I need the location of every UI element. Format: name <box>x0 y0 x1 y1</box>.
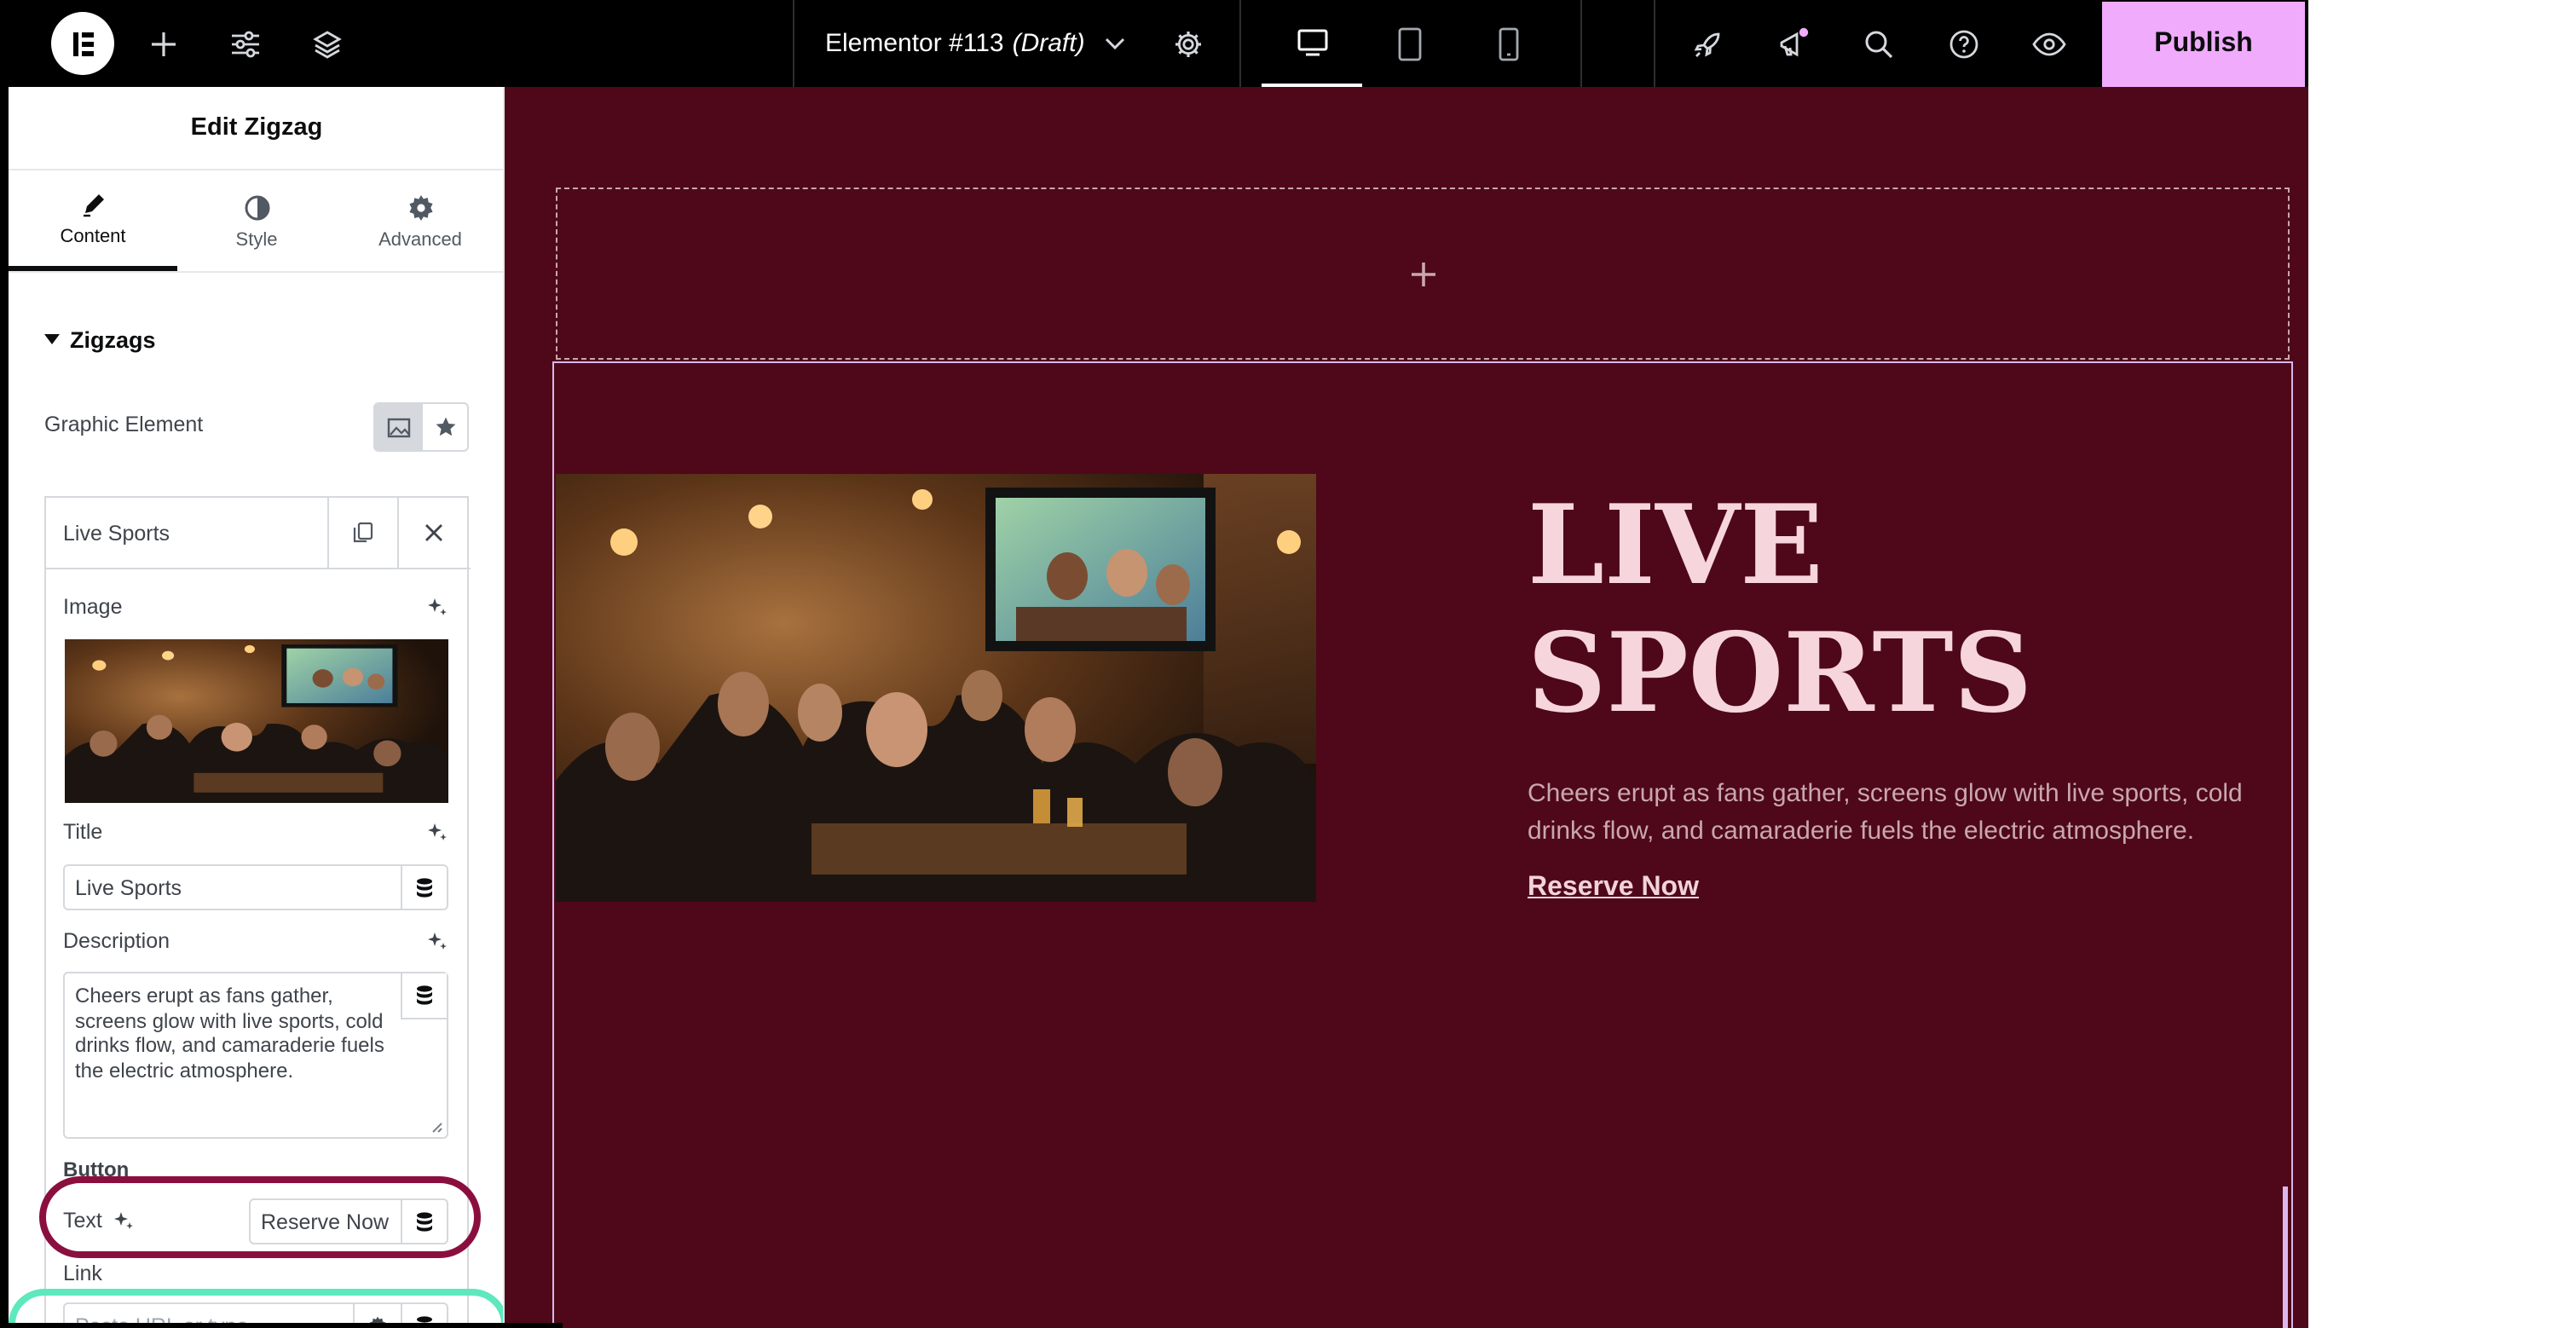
add-element-button[interactable] <box>140 0 188 87</box>
title-input[interactable]: Live Sports <box>63 864 448 910</box>
resize-handle[interactable] <box>2283 1187 2288 1328</box>
plus-icon <box>1411 262 1435 286</box>
structure-button[interactable] <box>303 0 351 87</box>
help-button[interactable] <box>1940 0 1988 87</box>
text-field-highlight-ring <box>39 1176 481 1258</box>
publish-button[interactable]: Publish <box>2102 2 2305 87</box>
remove-button[interactable] <box>397 498 469 568</box>
eye-icon <box>2032 32 2066 55</box>
whats-new-button[interactable] <box>1770 0 1817 87</box>
graphic-element-label: Graphic Element <box>44 413 204 436</box>
tablet-view-button[interactable] <box>1386 0 1434 87</box>
search-button[interactable] <box>1855 0 1903 87</box>
star-icon <box>436 417 455 436</box>
half-circle-icon <box>244 194 269 220</box>
graphic-icon-option[interactable] <box>421 404 467 450</box>
site-settings-button[interactable] <box>222 0 269 87</box>
elementor-logo-button[interactable] <box>51 12 114 75</box>
publish-label: Publish <box>2154 29 2253 58</box>
desktop-icon <box>1297 28 1327 55</box>
tabs-divider <box>9 271 503 273</box>
dynamic-tags-button[interactable] <box>401 973 447 1019</box>
divider <box>46 568 471 569</box>
image-thumbnail[interactable] <box>65 639 448 803</box>
description-label: Description <box>63 929 170 953</box>
section-zigzags-toggle[interactable]: Zigzags <box>44 327 156 353</box>
chevron-down-icon <box>1106 37 1125 49</box>
tab-advanced[interactable]: Advanced <box>336 172 503 271</box>
section-title: Zigzags <box>70 327 156 353</box>
image-icon <box>387 417 410 437</box>
copy-icon <box>353 522 373 543</box>
ai-sparkle-icon[interactable] <box>426 822 448 844</box>
pub-crowd-image <box>65 639 448 803</box>
gear-icon <box>1175 31 1201 56</box>
tab-style[interactable]: Style <box>177 172 336 271</box>
link-label: Link <box>63 1262 102 1285</box>
elementor-logo-icon <box>72 32 93 55</box>
heading-line: SPORTS <box>1528 610 2032 738</box>
editor-screen: Elementor #113 (Draft) Publish Edit Zigz… <box>0 0 2576 1328</box>
heading-line: LIVE <box>1528 482 1823 610</box>
add-section-area[interactable] <box>556 188 2290 360</box>
mobile-icon <box>1499 26 1519 61</box>
help-icon <box>1949 29 1978 58</box>
rocket-icon <box>1694 32 1720 56</box>
image-label: Image <box>63 595 123 619</box>
tab-content[interactable]: Content <box>9 172 177 271</box>
page-settings-button[interactable] <box>1164 0 1212 87</box>
duplicate-button[interactable] <box>327 498 397 568</box>
tab-label: Style <box>235 229 278 250</box>
description-textarea-value: Cheers erupt as fans gather, screens glo… <box>75 984 384 1082</box>
document-title-dropdown[interactable]: Elementor #113 (Draft) <box>825 0 1126 87</box>
window-bottom-edge <box>0 1323 563 1328</box>
repeater-item-title: Live Sports <box>63 521 170 545</box>
document-title: Elementor #113 <box>825 29 1004 58</box>
zigzag-heading: LIVE SPORTS <box>1528 482 2032 738</box>
pub-crowd-image <box>556 474 1316 902</box>
database-icon <box>417 985 432 1005</box>
zigzag-image[interactable] <box>556 474 1316 902</box>
divider <box>1239 0 1241 87</box>
top-bar: Elementor #113 (Draft) Publish <box>0 0 2308 87</box>
window-edge <box>0 87 9 1328</box>
tab-label: Content <box>60 227 126 247</box>
panel-title: Edit Zigzag <box>190 114 323 141</box>
divider <box>1580 0 1582 87</box>
preview-button[interactable] <box>2025 0 2073 87</box>
zigzag-description: Cheers erupt as fans gather, screens glo… <box>1528 779 2243 846</box>
search-icon <box>1865 30 1893 58</box>
repeater-item-header[interactable]: Live Sports <box>46 498 327 568</box>
sliders-icon <box>232 30 259 57</box>
divider <box>793 0 794 87</box>
database-icon <box>417 877 432 897</box>
ai-sparkle-icon[interactable] <box>426 931 448 953</box>
layers-icon <box>313 30 342 58</box>
mobile-view-button[interactable] <box>1485 0 1533 87</box>
plus-icon <box>152 32 176 55</box>
graphic-element-toggle <box>373 402 469 452</box>
description-textarea[interactable]: Cheers erupt as fans gather, screens glo… <box>63 972 448 1139</box>
desktop-view-button[interactable] <box>1262 0 1362 87</box>
pencil-icon <box>83 194 103 217</box>
ai-sparkle-icon[interactable] <box>426 597 448 619</box>
dynamic-tags-button[interactable] <box>401 866 447 909</box>
gear-icon <box>408 194 432 220</box>
launchpad-button[interactable] <box>1684 0 1732 87</box>
preview-canvas: LIVE SPORTS Cheers erupt as fans gather,… <box>505 87 2308 1328</box>
megaphone-icon <box>1780 26 1809 56</box>
title-label: Title <box>63 820 103 844</box>
caret-down-icon <box>44 334 60 344</box>
title-input-value: Live Sports <box>75 875 182 899</box>
resize-handle-icon[interactable] <box>431 1122 443 1134</box>
document-status: (Draft) <box>1012 29 1085 58</box>
divider <box>1654 0 1655 87</box>
tablet-icon <box>1398 26 1422 61</box>
reserve-now-button[interactable]: Reserve Now <box>1528 873 1699 904</box>
tab-label: Advanced <box>378 229 462 250</box>
editor-panel: Edit Zigzag Content Style Advanced Zigza… <box>9 87 505 1328</box>
graphic-image-option[interactable] <box>375 404 422 450</box>
panel-header: Edit Zigzag <box>9 87 503 170</box>
close-icon <box>425 524 442 541</box>
